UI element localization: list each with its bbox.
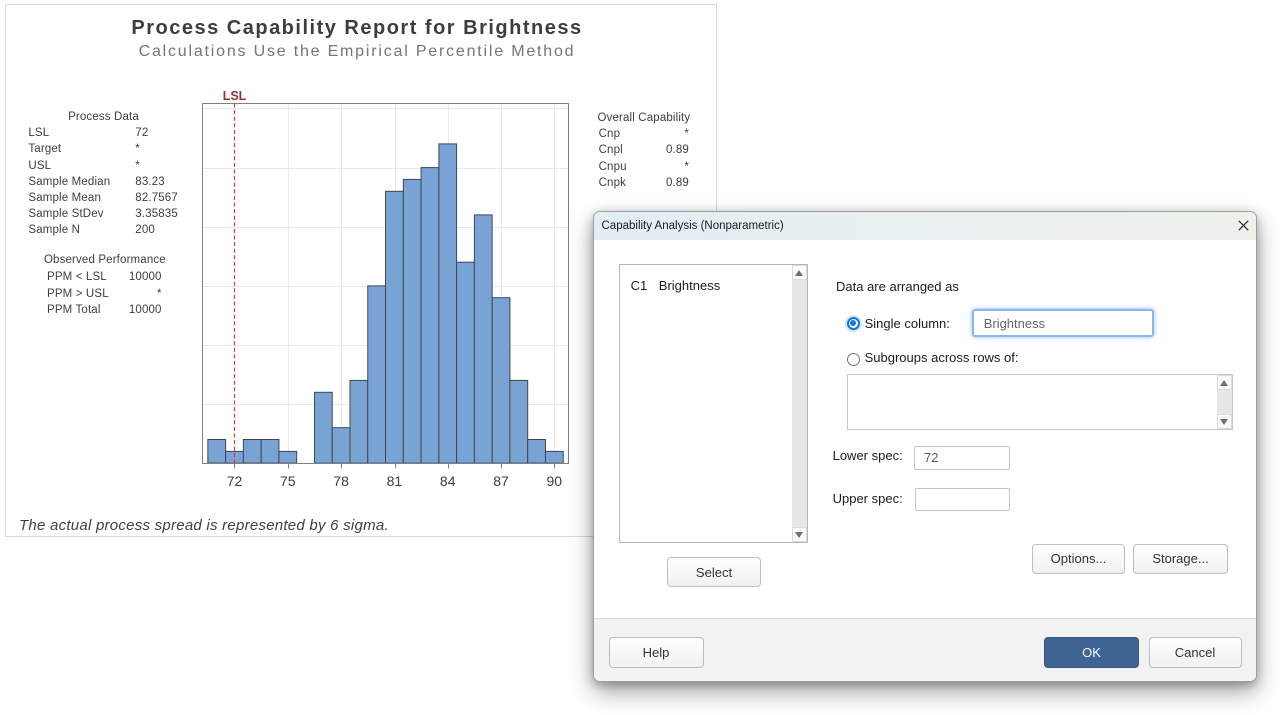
svg-text:84: 84	[440, 473, 456, 489]
svg-text:90: 90	[547, 473, 563, 489]
svg-text:75: 75	[280, 473, 296, 489]
svg-text:78: 78	[333, 473, 349, 489]
svg-text:87: 87	[493, 473, 509, 489]
svg-text:81: 81	[387, 473, 403, 489]
svg-text:72: 72	[227, 473, 243, 489]
svg-text:LSL: LSL	[223, 89, 247, 103]
